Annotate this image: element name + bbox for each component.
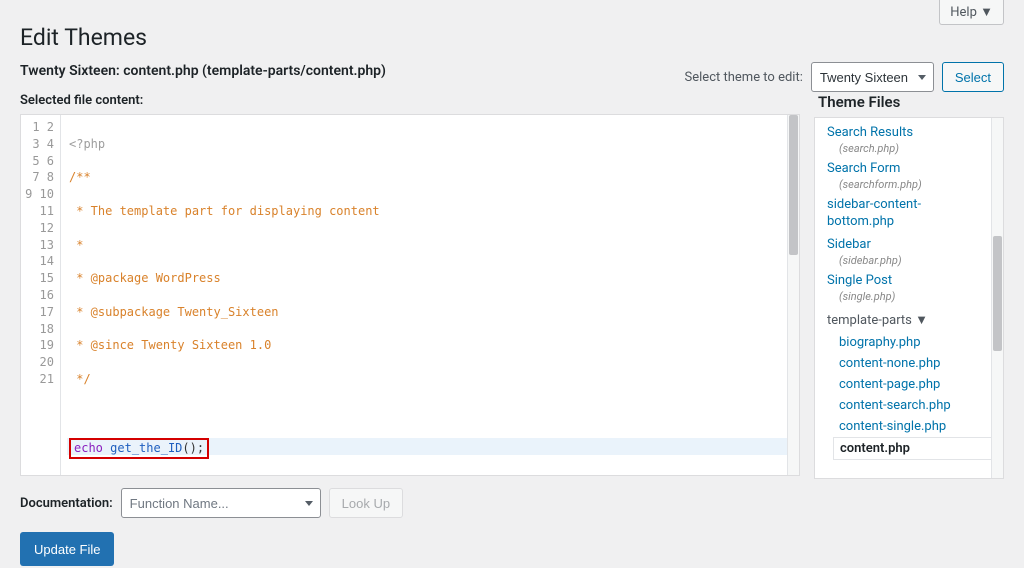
file-item-content-php[interactable]: content.php: [833, 437, 991, 460]
help-tab[interactable]: Help ▼: [939, 0, 1004, 25]
code-editor[interactable]: 1 2 3 4 5 6 7 8 9 10 11 12 13 14 15 16 1…: [20, 114, 800, 476]
selected-file-label: Selected file content:: [20, 93, 800, 108]
file-item-single-post[interactable]: Single Post (single.php): [815, 270, 991, 306]
file-item-content-search[interactable]: content-search.php: [815, 395, 991, 416]
code-area[interactable]: <?php /** * The template part for displa…: [61, 115, 787, 475]
theme-files-heading: Theme Files: [818, 93, 1004, 111]
theme-select[interactable]: Twenty Sixteen: [811, 62, 934, 92]
theme-files-panel: Search Results (search.php) Search Form …: [814, 117, 1004, 479]
file-item-content-page[interactable]: content-page.php: [815, 374, 991, 395]
page-title: Edit Themes: [20, 24, 1004, 51]
file-item-search-form[interactable]: Search Form (searchform.php): [815, 158, 991, 194]
highlighted-code: echo get_the_ID();: [69, 438, 209, 459]
select-theme-button[interactable]: Select: [942, 62, 1004, 92]
theme-select-label: Select theme to edit:: [685, 70, 803, 85]
file-item-content-single[interactable]: content-single.php: [815, 416, 991, 437]
file-item-sidebar[interactable]: Sidebar (sidebar.php): [815, 234, 991, 270]
file-item-content-none[interactable]: content-none.php: [815, 353, 991, 374]
line-gutter: 1 2 3 4 5 6 7 8 9 10 11 12 13 14 15 16 1…: [21, 115, 61, 475]
files-scrollbar[interactable]: [991, 118, 1003, 478]
file-item-search-results[interactable]: Search Results (search.php): [815, 122, 991, 158]
theme-select-row: Select theme to edit: Twenty Sixteen Sel…: [685, 62, 1004, 92]
documentation-select[interactable]: Function Name...: [121, 488, 321, 518]
folder-template-parts[interactable]: template-parts ▼: [815, 306, 991, 332]
editor-scrollbar[interactable]: [787, 115, 799, 475]
file-item-biography[interactable]: biography.php: [815, 332, 991, 353]
documentation-label: Documentation:: [20, 496, 113, 511]
lookup-button[interactable]: Look Up: [329, 488, 403, 518]
file-item-sidebar-content-bottom[interactable]: sidebar-content-bottom.php: [815, 194, 991, 234]
update-file-button[interactable]: Update File: [20, 532, 114, 566]
